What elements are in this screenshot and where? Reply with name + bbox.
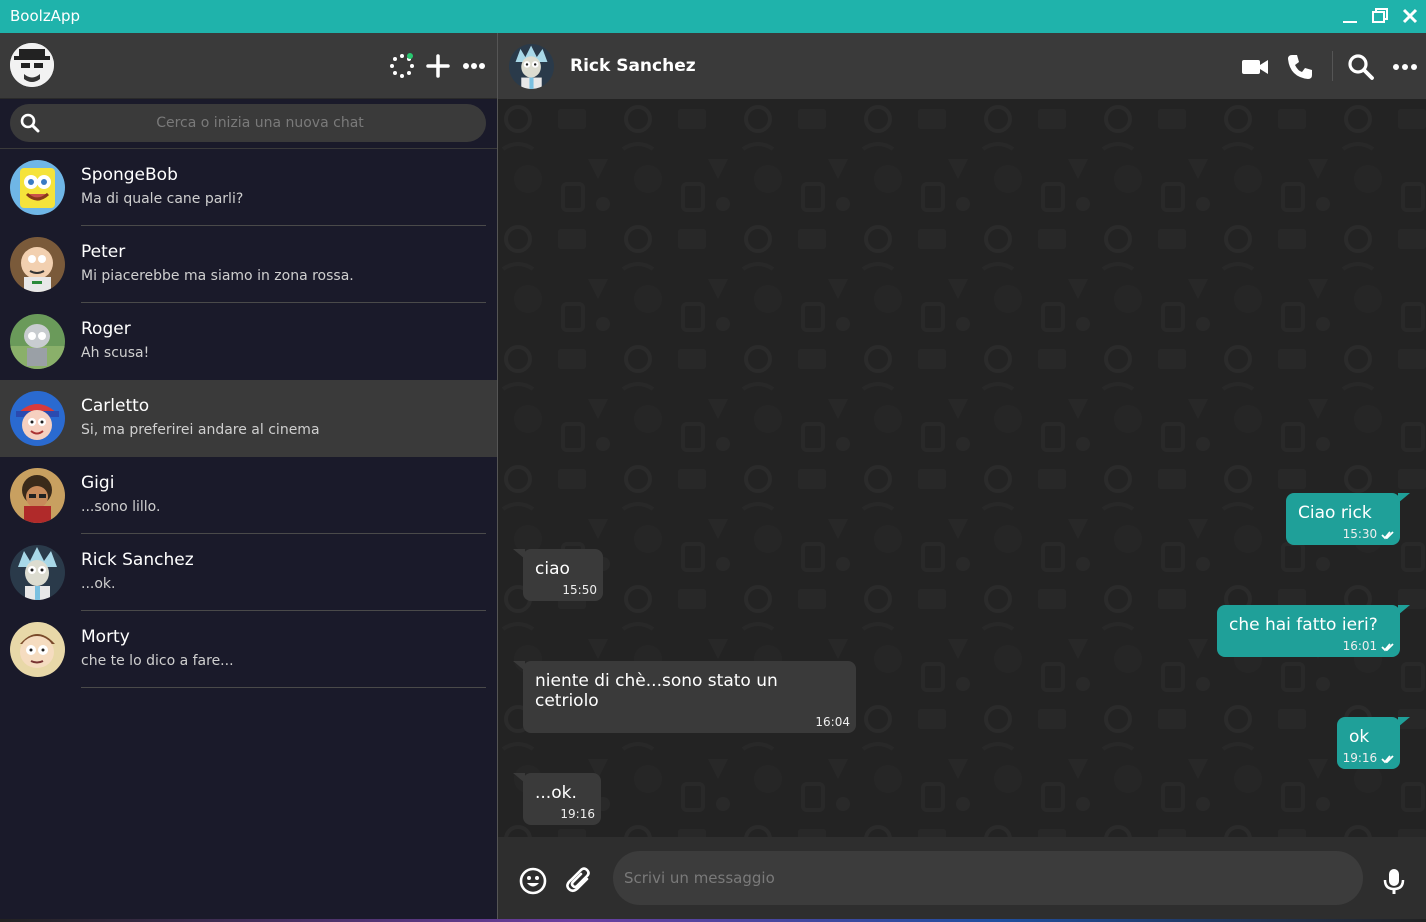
message-area[interactable]: Ciao rick 15:30 ciao 15:50 che hai fatto… — [498, 99, 1426, 837]
video-call-icon[interactable] — [1241, 53, 1269, 81]
window-titlebar: BoolzApp — [0, 0, 1426, 33]
message-text: niente di chè...sono stato un cetriolo — [535, 671, 778, 711]
chat-last-message: Mi piacerebbe ma siamo in zona rossa. — [81, 268, 354, 284]
bubble-tail — [513, 661, 525, 671]
menu-dots-icon[interactable] — [1391, 53, 1419, 81]
emoji-icon[interactable] — [519, 867, 547, 895]
message-time: 16:04 — [815, 715, 850, 729]
search-input[interactable] — [50, 104, 470, 142]
bubble-tail — [1398, 717, 1410, 727]
contact-name: Rick Sanchez — [570, 56, 696, 76]
status-icon[interactable] — [389, 53, 415, 79]
bubble-tail — [513, 549, 525, 559]
avatar — [10, 237, 65, 292]
message-received[interactable]: ciao 15:50 — [513, 549, 603, 601]
microphone-icon[interactable] — [1380, 867, 1408, 895]
chat-item-morty[interactable]: Morty che te lo dico a fare... — [0, 611, 497, 688]
message-sent[interactable]: Ciao rick 15:30 — [1286, 493, 1410, 545]
message-received[interactable]: ...ok. 19:16 — [513, 773, 601, 825]
message-text: ciao — [535, 559, 570, 579]
message-time: 19:16 — [1342, 751, 1378, 765]
double-check-icon — [1381, 642, 1394, 651]
avatar — [10, 468, 65, 523]
chat-name: SpongeBob — [81, 165, 178, 185]
chat-name: Peter — [81, 242, 126, 262]
avatar — [10, 314, 65, 369]
search-bar — [0, 99, 497, 149]
double-check-icon — [1381, 754, 1394, 763]
search-icon[interactable] — [1347, 53, 1375, 81]
chat-last-message: che te lo dico a fare... — [81, 653, 234, 669]
message-time: 16:01 — [1342, 639, 1378, 653]
avatar — [10, 391, 65, 446]
divider — [81, 687, 486, 688]
message-text: ok — [1349, 727, 1370, 747]
double-check-icon — [1381, 530, 1394, 539]
bubble-tail — [513, 773, 525, 783]
message-meta: 15:30 — [1343, 527, 1394, 541]
chat-last-message: Si, ma preferirei andare al cinema — [81, 422, 320, 438]
search-box — [10, 104, 486, 142]
chat-last-message: ...sono lillo. — [81, 499, 161, 515]
paperclip-icon[interactable] — [566, 867, 594, 895]
chat-name: Carletto — [81, 396, 150, 416]
chat-panel: Rick Sanchez Ciao rick 15:30 ciao 15:50 … — [497, 33, 1426, 922]
chat-item-rick-sanchez[interactable]: Rick Sanchez ...ok. — [0, 534, 497, 611]
chat-name: Morty — [81, 627, 130, 647]
avatar — [10, 160, 65, 215]
chat-item-carletto[interactable]: Carletto Si, ma preferirei andare al cin… — [0, 380, 497, 457]
message-received[interactable]: niente di chè...sono stato un cetriolo 1… — [513, 661, 856, 733]
chat-item-roger[interactable]: Roger Ah scusa! — [0, 303, 497, 380]
message-sent[interactable]: che hai fatto ieri? 16:01 — [1217, 605, 1410, 657]
message-meta: 19:16 — [1343, 751, 1394, 765]
chat-item-peter[interactable]: Peter Mi piacerebbe ma siamo in zona ros… — [0, 226, 497, 303]
avatar — [10, 545, 65, 600]
message-meta: 16:01 — [1343, 639, 1394, 653]
phone-icon[interactable] — [1286, 53, 1314, 81]
message-text: che hai fatto ieri? — [1229, 615, 1378, 635]
sidebar-header — [0, 33, 497, 99]
user-avatar[interactable] — [10, 43, 54, 87]
chat-item-spongebob[interactable]: SpongeBob Ma di quale cane parli? — [0, 149, 497, 226]
bubble-tail — [1398, 493, 1410, 503]
chat-item-gigi[interactable]: Gigi ...sono lillo. — [0, 457, 497, 534]
contact-avatar[interactable] — [509, 44, 554, 89]
chat-last-message: Ma di quale cane parli? — [81, 191, 244, 207]
message-time: 15:50 — [562, 583, 597, 597]
divider — [1332, 51, 1333, 81]
app-title: BoolzApp — [10, 7, 80, 25]
message-time: 19:16 — [560, 807, 595, 821]
chat-last-message: ...ok. — [81, 576, 116, 592]
chat-name: Rick Sanchez — [81, 550, 194, 570]
search-icon[interactable] — [20, 113, 40, 133]
chat-list: SpongeBob Ma di quale cane parli? Peter … — [0, 149, 497, 688]
message-input[interactable] — [613, 851, 1363, 905]
chat-header: Rick Sanchez — [498, 33, 1426, 99]
maximize-icon[interactable] — [1370, 6, 1392, 28]
chat-last-message: Ah scusa! — [81, 345, 150, 361]
chat-name: Roger — [81, 319, 131, 339]
message-time: 15:30 — [1342, 527, 1378, 541]
message-text: ...ok. — [535, 783, 577, 803]
close-icon[interactable] — [1400, 6, 1422, 28]
sidebar: SpongeBob Ma di quale cane parli? Peter … — [0, 33, 497, 922]
menu-dots-icon[interactable] — [461, 53, 487, 79]
minimize-icon[interactable] — [1340, 6, 1362, 28]
new-chat-icon[interactable] — [425, 53, 451, 79]
message-sent[interactable]: ok 19:16 — [1337, 717, 1410, 769]
message-text: Ciao rick — [1298, 503, 1372, 523]
avatar — [10, 622, 65, 677]
chat-name: Gigi — [81, 473, 115, 493]
bubble-tail — [1398, 605, 1410, 615]
message-composer — [498, 837, 1426, 922]
